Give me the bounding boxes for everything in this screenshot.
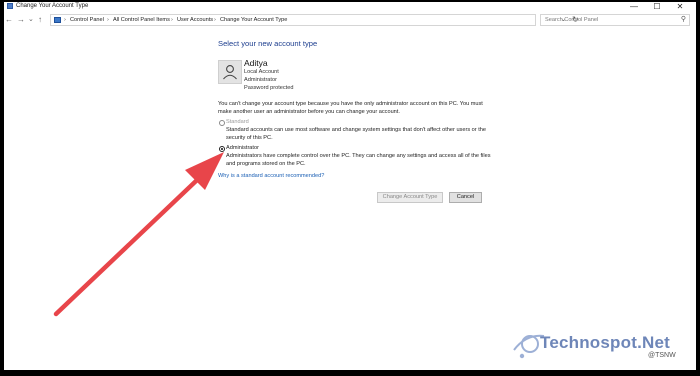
annotation-arrow <box>53 152 224 317</box>
watermark-text: Technospot.Net <box>540 333 670 352</box>
watermark-handle: @TSNW <box>648 352 676 359</box>
